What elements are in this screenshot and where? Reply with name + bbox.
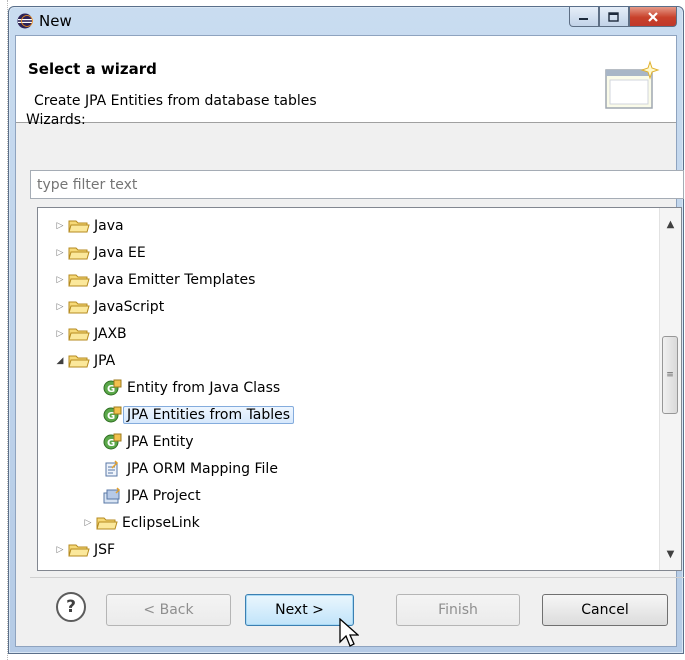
new-wizard-icon <box>605 60 660 109</box>
tree-item-label: JPA Entity <box>127 434 194 450</box>
tree-item-javascript[interactable]: ▷ JavaScript <box>54 295 165 319</box>
filter-input[interactable] <box>30 170 684 199</box>
scroll-up-arrow-icon[interactable]: ▲ <box>660 214 681 234</box>
tree-item-label: JSF <box>94 542 116 558</box>
folder-icon <box>68 247 90 260</box>
wizard-banner: Select a wizard Create JPA Entities from… <box>16 36 676 123</box>
folder-icon <box>68 220 90 233</box>
title-bar[interactable]: New <box>9 7 683 35</box>
jpa-entity-icon: G <box>103 406 122 423</box>
help-button[interactable]: ? <box>56 592 86 622</box>
close-icon <box>648 11 658 22</box>
collapse-arrow-icon[interactable]: ◢ <box>54 356 66 366</box>
folder-icon <box>68 301 90 314</box>
maximize-button[interactable] <box>599 7 629 27</box>
expand-arrow-icon[interactable]: ▷ <box>54 545 66 555</box>
tree-item-jsf[interactable]: ▷ JSF <box>54 538 116 562</box>
expand-arrow-icon[interactable]: ▷ <box>54 329 66 339</box>
wizard-tree[interactable]: ▷ Java ▷ Java EE ▷ Java Emitter Template… <box>37 207 682 571</box>
eclipse-icon <box>17 13 33 29</box>
folder-open-icon <box>68 355 90 368</box>
close-button[interactable] <box>629 7 677 27</box>
tree-item-label: JPA ORM Mapping File <box>127 461 278 477</box>
jpa-entity-icon: G <box>103 433 122 450</box>
window-controls <box>569 7 677 27</box>
tree-item-label: JPA Entities from Tables <box>123 406 295 424</box>
tree-item-label: Java <box>94 218 124 234</box>
finish-button[interactable]: Finish <box>396 594 520 626</box>
folder-icon <box>68 328 90 341</box>
tree-item-java-emitter-templates[interactable]: ▷ Java Emitter Templates <box>54 268 256 292</box>
button-bar-separator <box>30 577 684 578</box>
expand-arrow-icon[interactable]: ▷ <box>54 302 66 312</box>
back-button[interactable]: < Back <box>106 594 231 626</box>
jpa-entity-icon: G <box>103 379 122 396</box>
tree-item-eclipselink[interactable]: ▷ EclipseLink <box>82 511 200 535</box>
tree-item-java-ee[interactable]: ▷ Java EE <box>54 241 146 265</box>
tree-item-label: Entity from Java Class <box>127 380 281 396</box>
window-title: New <box>39 12 72 30</box>
tree-item-label: Java EE <box>94 245 146 261</box>
tree-item-label: JPA <box>94 353 116 369</box>
background-edge <box>0 0 8 660</box>
tree-item-label: Java Emitter Templates <box>94 272 256 288</box>
scroll-down-arrow-icon[interactable]: ▼ <box>660 544 681 564</box>
folder-icon <box>68 544 90 557</box>
wizards-label: Wizards: <box>26 112 86 128</box>
banner-description: Create JPA Entities from database tables <box>34 93 317 109</box>
tree-item-jpa[interactable]: ◢ JPA <box>54 349 116 373</box>
expand-arrow-icon[interactable]: ▷ <box>54 275 66 285</box>
jpa-project-icon <box>103 487 121 504</box>
cancel-button[interactable]: Cancel <box>542 594 668 626</box>
scroll-thumb[interactable]: ≡ <box>662 336 678 414</box>
tree-item-java[interactable]: ▷ Java <box>54 214 124 238</box>
tree-item-label: JPA Project <box>127 488 201 504</box>
mouse-cursor-icon <box>339 618 359 647</box>
banner-title: Select a wizard <box>28 60 157 78</box>
tree-item-label: JAXB <box>94 326 127 342</box>
tree-item-label: EclipseLink <box>122 515 200 531</box>
tree-item-jpa-entity[interactable]: G JPA Entity <box>102 430 194 454</box>
tree-item-entity-from-java-class[interactable]: G Entity from Java Class <box>102 376 280 400</box>
orm-file-icon <box>105 460 119 477</box>
folder-icon <box>68 274 90 287</box>
tree-item-jpa-entities-from-tables[interactable]: G JPA Entities from Tables <box>102 403 295 427</box>
minimize-icon <box>579 17 588 20</box>
expand-arrow-icon[interactable]: ▷ <box>54 248 66 258</box>
tree-item-jpa-project[interactable]: JPA Project <box>102 484 201 508</box>
folder-icon <box>96 517 118 530</box>
vertical-scrollbar[interactable]: ▲ ≡ ▼ <box>659 208 681 570</box>
tree-item-label: JavaScript <box>94 299 165 315</box>
expand-arrow-icon[interactable]: ▷ <box>82 518 94 528</box>
maximize-icon <box>608 11 619 22</box>
expand-arrow-icon[interactable]: ▷ <box>54 221 66 231</box>
tree-item-jaxb[interactable]: ▷ JAXB <box>54 322 127 346</box>
next-button[interactable]: Next > <box>245 594 354 626</box>
minimize-button[interactable] <box>569 7 599 27</box>
tree-item-jpa-orm-mapping-file[interactable]: JPA ORM Mapping File <box>102 457 278 481</box>
